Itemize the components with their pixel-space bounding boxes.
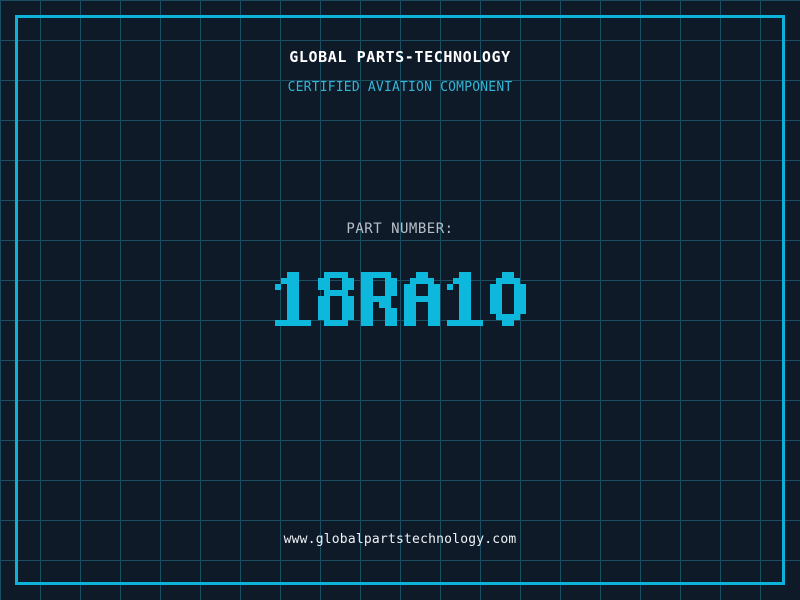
part-number-char <box>446 272 483 326</box>
company-title: GLOBAL PARTS-TECHNOLOGY <box>289 48 511 66</box>
website-url: www.globalpartstechnology.com <box>283 532 517 547</box>
part-number-char <box>274 272 311 326</box>
part-number-char <box>360 272 397 326</box>
part-number-char <box>317 272 354 326</box>
certification-subtitle: CERTIFIED AVIATION COMPONENT <box>287 80 513 95</box>
part-number-value <box>0 272 800 326</box>
part-number-label: PART NUMBER: <box>346 221 454 237</box>
part-number-char <box>489 272 526 326</box>
blueprint-card: GLOBAL PARTS-TECHNOLOGY CERTIFIED AVIATI… <box>0 0 800 600</box>
part-number-char <box>403 272 440 326</box>
